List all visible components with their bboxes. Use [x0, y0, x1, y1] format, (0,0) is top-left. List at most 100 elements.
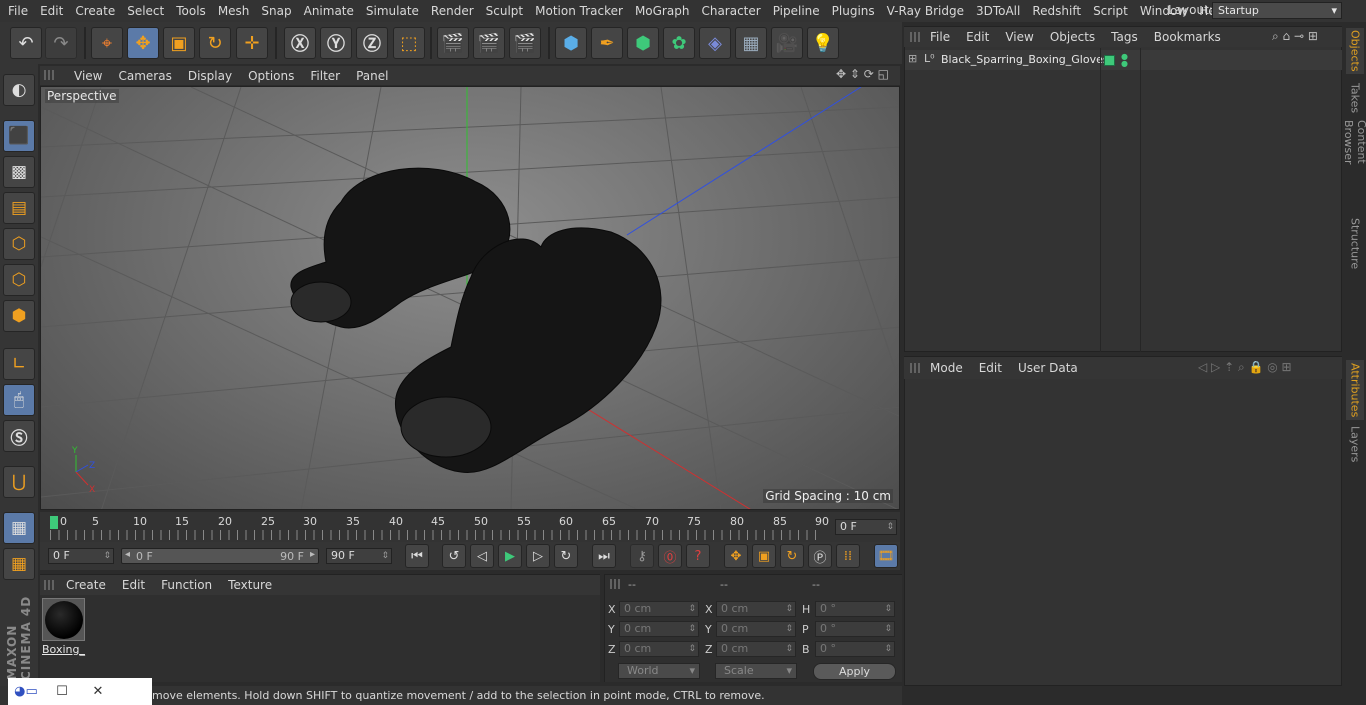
menu-simulate[interactable]: Simulate [360, 0, 425, 22]
end-frame-field[interactable]: 90 F [326, 548, 392, 564]
attribute-menu-edit[interactable]: Edit [971, 361, 1010, 375]
menu-character[interactable]: Character [695, 0, 766, 22]
texture-mode-button[interactable]: ▩ [3, 156, 35, 188]
go-to-start-button[interactable]: ⏮ [405, 544, 429, 568]
start-frame-field[interactable]: 0 F [48, 548, 114, 564]
tab-content-browser[interactable]: Content Browser [1342, 120, 1366, 210]
pos-x-field[interactable]: 0 cm [619, 601, 699, 617]
menu-tools[interactable]: Tools [170, 0, 212, 22]
tab-attributes[interactable]: Attributes [1346, 360, 1364, 420]
attribute-grip-handle[interactable] [910, 363, 920, 373]
transform-tool-button[interactable]: ✛ [236, 27, 268, 59]
material-grip-handle[interactable] [44, 580, 54, 590]
viewport-menu-view[interactable]: View [66, 69, 110, 83]
timeline-playhead[interactable] [50, 516, 58, 529]
tab-objects[interactable]: Objects [1346, 28, 1364, 74]
viewport-menu-panel[interactable]: Panel [348, 69, 396, 83]
y-axis-lock-button[interactable]: Ⓨ [320, 27, 352, 59]
size-x-field[interactable]: 0 cm [716, 601, 796, 617]
add-cube-button[interactable]: ⬢ [555, 27, 587, 59]
frame-range-slider[interactable]: ◂ 0 F 90 F ▸ [121, 548, 319, 564]
object-menu-objects[interactable]: Objects [1042, 30, 1103, 44]
record-keys-button[interactable]: ⚷ [630, 544, 654, 568]
visibility-dots-icon[interactable]: ● ● [1121, 53, 1128, 68]
object-menu-edit[interactable]: Edit [958, 30, 997, 44]
rotate-tool-button[interactable]: ↻ [199, 27, 231, 59]
viewport-menu-cameras[interactable]: Cameras [110, 69, 179, 83]
material-name[interactable]: Boxing_ [42, 643, 85, 656]
next-frame-button[interactable]: ▷ [526, 544, 550, 568]
menu-motion-tracker[interactable]: Motion Tracker [529, 0, 629, 22]
object-grip-handle[interactable] [910, 32, 920, 42]
previous-key-button[interactable]: ↺ [442, 544, 466, 568]
viewport-nav-icons[interactable]: ✥ ⇕ ⟳ ◱ [836, 67, 889, 81]
apply-button[interactable]: Apply [813, 663, 896, 680]
menu-create[interactable]: Create [69, 0, 121, 22]
axis-mode-button[interactable]: ∟ [3, 348, 35, 380]
viewport-menu-display[interactable]: Display [180, 69, 240, 83]
menu-vray-bridge[interactable]: V-Ray Bridge [881, 0, 970, 22]
menu-select[interactable]: Select [121, 0, 170, 22]
scale-tool-button[interactable]: ▣ [163, 27, 195, 59]
size-z-field[interactable]: 0 cm [716, 641, 796, 657]
material-menu-texture[interactable]: Texture [220, 578, 280, 592]
render-settings-button[interactable]: 🎬 [509, 27, 541, 59]
size-y-field[interactable]: 0 cm [716, 621, 796, 637]
rot-b-field[interactable]: 0 ° [815, 641, 895, 657]
rotation-key-button[interactable]: ↻ [780, 544, 804, 568]
viewport-grip-handle[interactable] [44, 70, 54, 80]
keyframe-selection-button[interactable]: ? [686, 544, 710, 568]
rot-h-field[interactable]: 0 ° [815, 601, 895, 617]
menu-render[interactable]: Render [425, 0, 480, 22]
menu-redshift[interactable]: Redshift [1026, 0, 1087, 22]
object-menu-tags[interactable]: Tags [1103, 30, 1146, 44]
parameter-key-button[interactable]: Ⓟ [808, 544, 832, 568]
maximize-icon[interactable]: ☐ [44, 684, 80, 699]
menu-mograph[interactable]: MoGraph [629, 0, 696, 22]
points-mode-button[interactable]: ⬡ [3, 228, 35, 260]
live-selection-button[interactable]: ⌖ [91, 27, 123, 59]
attribute-nav-icons[interactable]: ◁ ▷ ⇡ ⌕ 🔒 ◎ ⊞ [1198, 360, 1292, 375]
layout-select[interactable]: Startup [1212, 2, 1342, 19]
object-header-icons[interactable]: ⌕ ⌂ ⊸ ⊞ [1272, 29, 1318, 44]
tweak-mode-button[interactable]: 🖱 [3, 384, 35, 416]
menu-snap[interactable]: Snap [255, 0, 297, 22]
menu-3dtoall[interactable]: 3DToAll [970, 0, 1026, 22]
undo-button[interactable]: ↶ [10, 27, 42, 59]
close-icon[interactable]: ✕ [80, 684, 116, 699]
add-nurbs-button[interactable]: ⬢ [627, 27, 659, 59]
solo-mode-button[interactable]: Ⓢ [3, 420, 35, 452]
menu-edit[interactable]: Edit [34, 0, 69, 22]
planar-workplane-button[interactable]: ▦ [3, 548, 35, 580]
point-level-key-button[interactable]: ⁞⁞ [836, 544, 860, 568]
attribute-menu-mode[interactable]: Mode [922, 361, 971, 375]
add-mograph-button[interactable]: ✿ [663, 27, 695, 59]
menu-animate[interactable]: Animate [298, 0, 360, 22]
menu-plugins[interactable]: Plugins [826, 0, 881, 22]
make-editable-button[interactable]: ◐ [3, 74, 35, 106]
play-button[interactable]: ▶ [498, 544, 522, 568]
menu-mesh[interactable]: Mesh [212, 0, 256, 22]
timeline-ruler[interactable]: 0 5 10 15 20 25 30 35 40 45 50 55 60 65 … [40, 512, 900, 542]
scale-key-button[interactable]: ▣ [752, 544, 776, 568]
pos-y-field[interactable]: 0 cm [619, 621, 699, 637]
autokey-button[interactable]: ⓪ [658, 544, 682, 568]
material-menu-edit[interactable]: Edit [114, 578, 153, 592]
attribute-menu-user-data[interactable]: User Data [1010, 361, 1086, 375]
position-key-button[interactable]: ✥ [724, 544, 748, 568]
render-view-button[interactable]: 🎬 [437, 27, 469, 59]
perspective-viewport[interactable]: Y Z X Perspective Grid Spacing : 10 cm [40, 86, 900, 510]
next-key-button[interactable]: ↻ [554, 544, 578, 568]
tab-structure[interactable]: Structure [1346, 216, 1364, 272]
coord-grip-handle[interactable] [610, 579, 620, 589]
polygons-mode-button[interactable]: ⬢ [3, 300, 35, 332]
coord-space-dropdown[interactable]: World [618, 663, 700, 679]
pos-z-field[interactable]: 0 cm [619, 641, 699, 657]
material-menu-function[interactable]: Function [153, 578, 220, 592]
edges-mode-button[interactable]: ⬡ [3, 264, 35, 296]
menu-file[interactable]: File [2, 0, 34, 22]
boxing-gloves-model[interactable] [290, 167, 662, 474]
object-menu-view[interactable]: View [997, 30, 1041, 44]
previous-frame-button[interactable]: ◁ [470, 544, 494, 568]
layer-color-tag[interactable] [1104, 55, 1115, 66]
